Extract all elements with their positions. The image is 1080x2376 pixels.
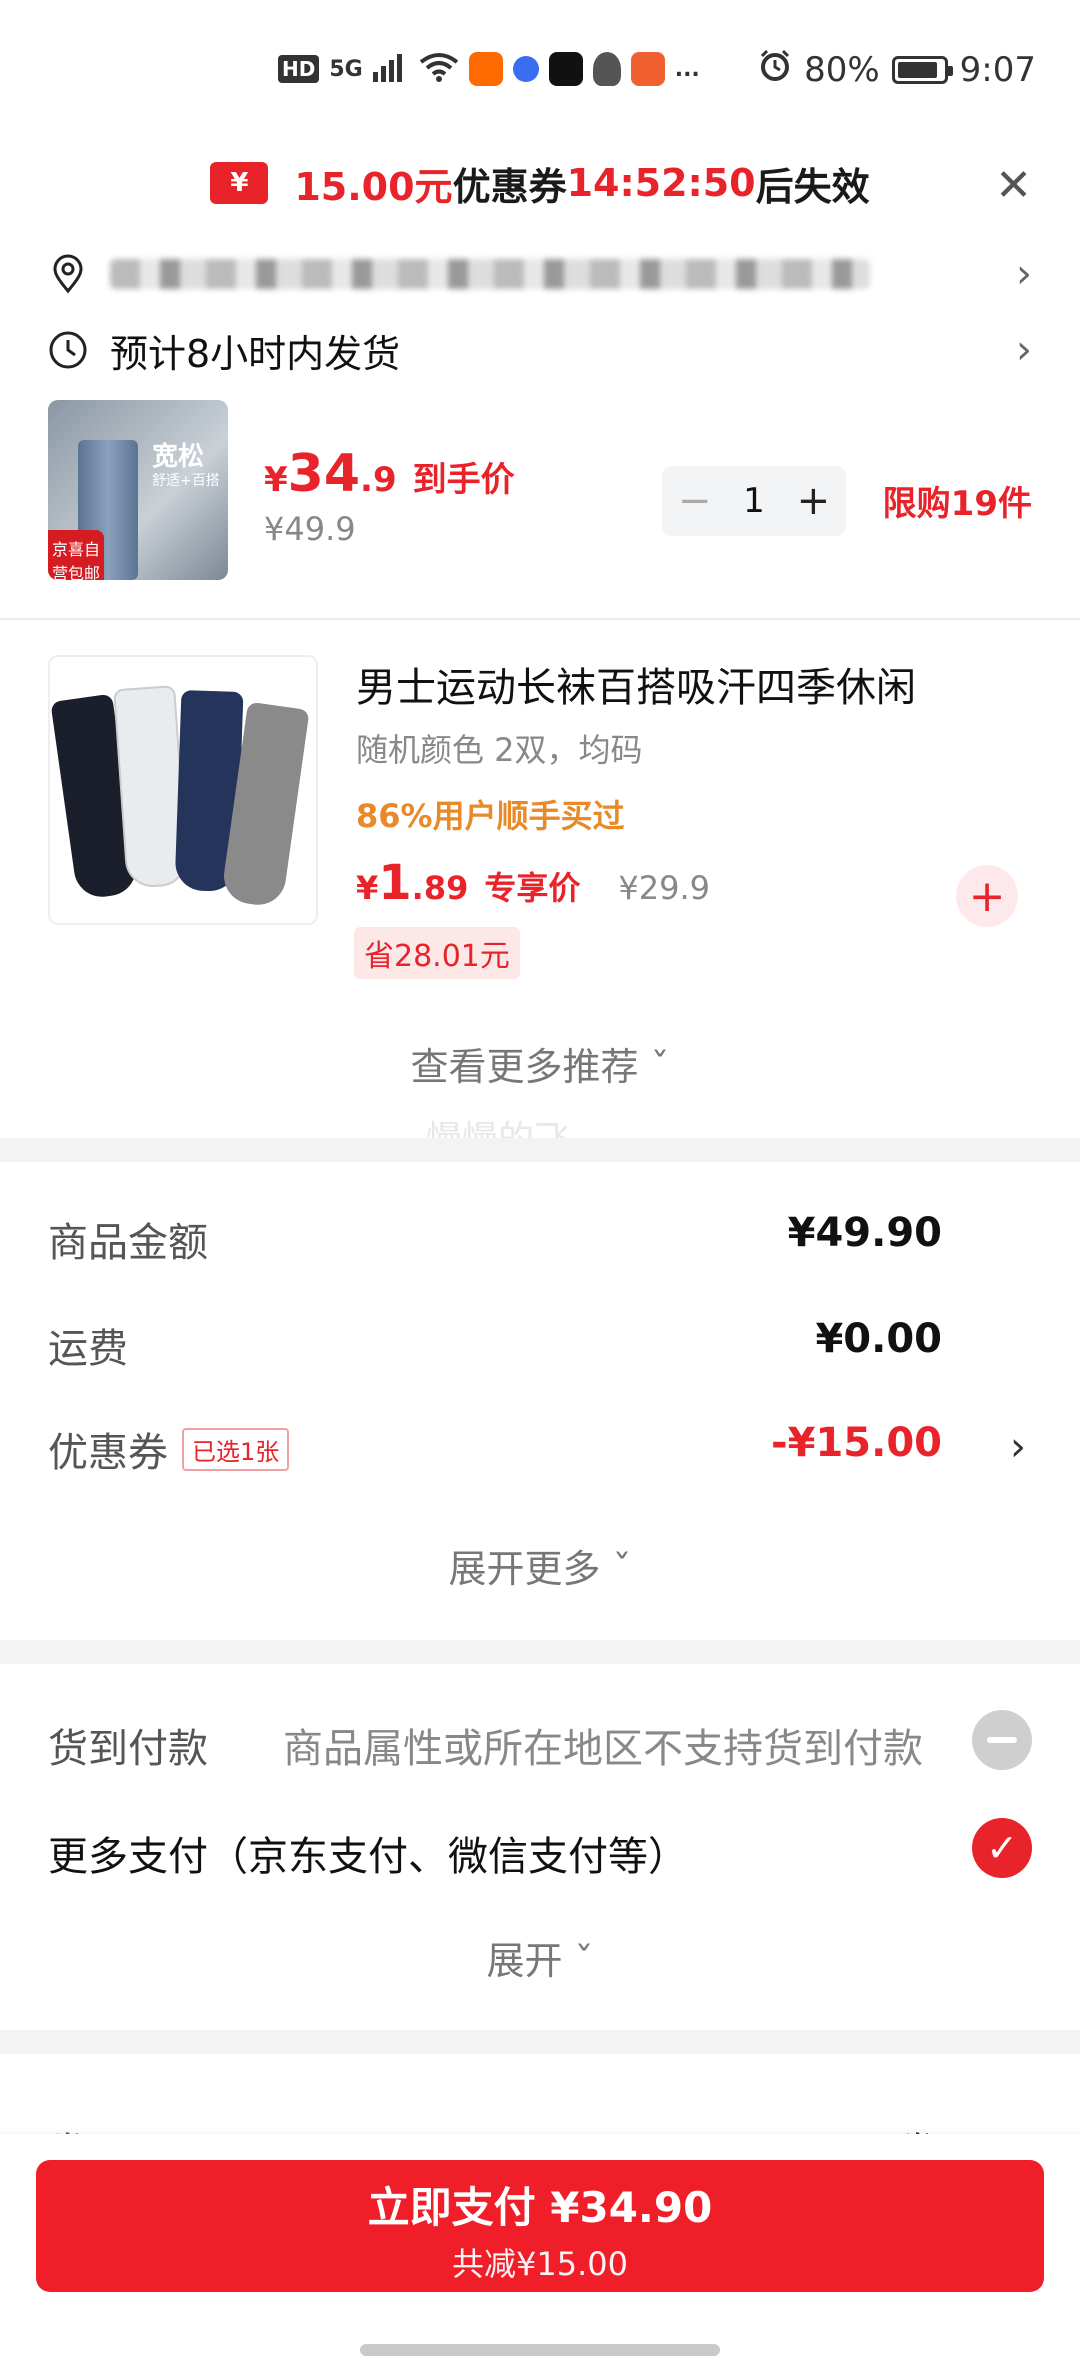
coupon-selected-tag: 已选1张 [182, 1427, 290, 1471]
price-int: 34 [287, 444, 361, 504]
price-dec: .9 [360, 460, 397, 500]
product-spec: 随机颜色 2双，均码 [356, 731, 643, 769]
cash-on-delivery-row: 货到付款 商品属性或所在地区不支持货到付款 [48, 1706, 1032, 1776]
image-sub: 舒适+百搭 [152, 473, 220, 489]
image-tag: 宽松 [152, 442, 205, 472]
more-notifications: ... [674, 56, 700, 82]
image-badge: 京喜自营包邮 [48, 530, 104, 580]
goods-amount-value: ¥49.90 [787, 1210, 942, 1256]
battery-icon [891, 55, 953, 84]
address-redacted [110, 259, 870, 289]
expand-more[interactable]: 展开更多 ˇ [0, 1538, 1080, 1593]
status-left: HD 5G ... [278, 52, 700, 86]
original-price: ¥29.9 [618, 869, 710, 907]
clock: 9:07 [959, 49, 1036, 90]
tiktok-icon [548, 52, 583, 86]
see-more-recommendations[interactable]: 查看更多推荐 ˇ [0, 1036, 1080, 1091]
cod-description: 商品属性或所在地区不支持货到付款 [283, 1726, 923, 1772]
coupon-amount: 15.00元 [294, 164, 453, 209]
network-chip: 5G [329, 56, 363, 82]
clock-icon [48, 330, 88, 370]
more-payment-label: 更多支付（京东支付、微信支付等） [48, 1834, 688, 1880]
cod-label: 货到付款 [48, 1726, 208, 1772]
section-divider [0, 2030, 1080, 2054]
bottom-bar: 立即支付 ¥34.90 共减¥15.00 [0, 2134, 1080, 2376]
price-int: 1 [378, 855, 412, 911]
quantity-value: 1 [743, 481, 765, 521]
currency: ¥ [356, 869, 379, 907]
status-bar: HD 5G ... 80% 9:07 [0, 0, 1080, 150]
chevron-right-icon: › [1010, 1424, 1026, 1470]
coupon-label-wrap: 优惠券 已选1张 [48, 1420, 290, 1478]
hd-chip: HD [278, 55, 320, 83]
signal-icon [372, 52, 409, 86]
original-price: ¥49.9 [264, 510, 356, 548]
shipping-fee-label: 运费 [48, 1326, 128, 1372]
increase-button[interactable]: + [797, 478, 831, 524]
product-image[interactable]: 宽松 舒适+百搭 京喜自营包邮 [48, 400, 228, 580]
coupon-label: 优惠券 [48, 1430, 168, 1476]
battery-percent: 80% [804, 49, 880, 90]
pay-now-label: 立即支付 ¥34.90 [367, 2183, 713, 2232]
shipping-fee-value: ¥0.00 [815, 1316, 942, 1362]
price-dec: .89 [411, 869, 469, 907]
goods-amount-row: 商品金额 ¥49.90 [48, 1210, 1032, 1270]
app-icon [468, 52, 503, 86]
savings-badge: 省28.01元 [354, 927, 520, 979]
section-divider [0, 1138, 1080, 1162]
currency: ¥ [264, 460, 288, 500]
pay-discount-label: 共减¥15.00 [452, 2245, 628, 2283]
wifi-icon [419, 52, 459, 86]
coupon-icon: ¥ [210, 162, 269, 204]
browser-icon [512, 56, 539, 82]
main-product: 宽松 舒适+百搭 京喜自营包邮 ¥ 34 .9 到手价 ¥49.9 − 1 + … [48, 400, 1032, 585]
status-right: 80% 9:07 [758, 48, 1036, 91]
add-item-button[interactable]: + [956, 865, 1018, 927]
location-pin-icon [48, 254, 88, 294]
pay-now-button[interactable]: 立即支付 ¥34.90 共减¥15.00 [36, 2160, 1044, 2292]
alarm-icon [758, 48, 792, 91]
disabled-radio-icon [972, 1710, 1032, 1770]
qq-icon [592, 52, 621, 86]
shipping-estimate: 预计8小时内发货 [110, 331, 401, 376]
rec-price: ¥ 1 .89 专享价 ¥29.9 [356, 855, 710, 911]
app2-icon [630, 52, 665, 86]
coupon-countdown: 14:52:50 [566, 161, 756, 205]
quantity-stepper: − 1 + [662, 466, 846, 536]
main-price: ¥ 34 .9 到手价 [264, 444, 515, 504]
check-icon[interactable]: ✓ [972, 1818, 1032, 1878]
coupon-suffix: 后失效 [755, 164, 870, 209]
address-row[interactable]: › [48, 244, 1032, 304]
home-indicator[interactable] [360, 2344, 720, 2356]
chevron-right-icon: › [1016, 251, 1032, 297]
purchase-limit: 限购19件 [882, 484, 1032, 524]
product-title: 男士运动长袜百搭吸汗四季休闲 [356, 665, 916, 711]
goods-amount-label: 商品金额 [48, 1220, 208, 1266]
recommended-product[interactable]: 男士运动长袜百搭吸汗四季休闲 随机颜色 2双，均码 86%用户顺手买过 ¥ 1 … [48, 655, 1032, 985]
shipping-estimate-row[interactable]: 预计8小时内发货 › [48, 320, 1032, 380]
decrease-button[interactable]: − [678, 478, 712, 524]
more-payment-row[interactable]: 更多支付（京东支付、微信支付等） ✓ [48, 1814, 1032, 1884]
coupon-row[interactable]: 优惠券 已选1张 -¥15.00 › [48, 1420, 1032, 1480]
socks-image [48, 655, 318, 925]
section-divider [0, 1640, 1080, 1664]
coupon-expiry-banner: ¥ 15.00元 优惠券 14:52:50 后失效 [0, 150, 1080, 216]
bought-rate: 86%用户顺手买过 [356, 797, 625, 835]
price-label: 到手价 [412, 460, 515, 500]
close-icon[interactable]: ✕ [995, 160, 1032, 211]
coupon-value: -¥15.00 [771, 1420, 942, 1466]
expand-payment[interactable]: 展开 ˇ [0, 1930, 1080, 1985]
shipping-fee-row: 运费 ¥0.00 [48, 1316, 1032, 1376]
chevron-right-icon: › [1016, 327, 1032, 373]
coupon-text: 优惠券 [452, 164, 567, 209]
divider [0, 618, 1080, 620]
price-label: 专享价 [484, 869, 581, 907]
